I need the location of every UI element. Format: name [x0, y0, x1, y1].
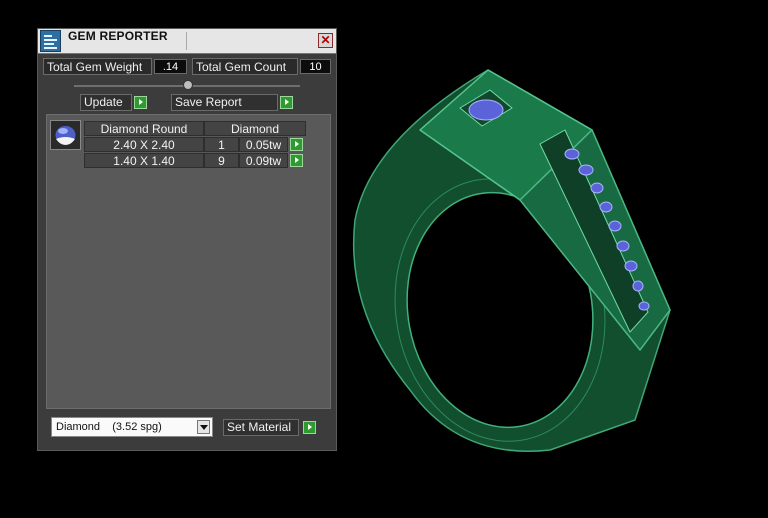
- ring-3d-viewport[interactable]: [340, 60, 700, 480]
- row-size: 2.40 X 2.40: [84, 137, 204, 152]
- save-report-button[interactable]: Save Report: [171, 94, 278, 111]
- set-material-go-icon[interactable]: [303, 421, 316, 434]
- row-weight: 0.09tw: [239, 153, 288, 168]
- row-weight: 0.05tw: [239, 137, 288, 152]
- save-report-go-icon[interactable]: [280, 96, 293, 109]
- chevron-down-icon[interactable]: [197, 420, 210, 434]
- set-material-button[interactable]: Set Material: [223, 419, 299, 436]
- total-gem-weight-label: Total Gem Weight: [43, 58, 152, 75]
- total-gem-weight-value: .14: [154, 59, 187, 74]
- center-gem: [468, 99, 504, 121]
- header-material: Diamond: [204, 121, 306, 136]
- material-select-value: Diamond (3.52 spg): [56, 421, 162, 433]
- slider-knob[interactable]: [183, 80, 193, 90]
- row-count: 1: [204, 137, 239, 152]
- title-divider: [186, 32, 187, 50]
- total-gem-count-label: Total Gem Count: [192, 58, 298, 75]
- row-go-icon[interactable]: [290, 154, 303, 167]
- window-title: GEM REPORTER: [68, 29, 168, 43]
- total-gem-count-value: 10: [300, 59, 331, 74]
- update-go-icon[interactable]: [134, 96, 147, 109]
- row-size: 1.40 X 1.40: [84, 153, 204, 168]
- diamond-thumbnail-icon[interactable]: [50, 120, 81, 150]
- update-button[interactable]: Update: [80, 94, 132, 111]
- header-shape: Diamond Round: [84, 121, 204, 136]
- gem-reporter-panel: GEM REPORTER ✕ Total Gem Weight .14 Tota…: [37, 28, 337, 451]
- app-icon: [40, 30, 61, 52]
- material-select[interactable]: Diamond (3.52 spg): [51, 417, 213, 437]
- gem-list: Diamond Round Diamond 2.40 X 2.40 1 0.05…: [46, 114, 331, 409]
- row-count: 9: [204, 153, 239, 168]
- row-go-icon[interactable]: [290, 138, 303, 151]
- close-icon[interactable]: ✕: [318, 33, 333, 48]
- title-bar[interactable]: GEM REPORTER ✕: [38, 29, 336, 54]
